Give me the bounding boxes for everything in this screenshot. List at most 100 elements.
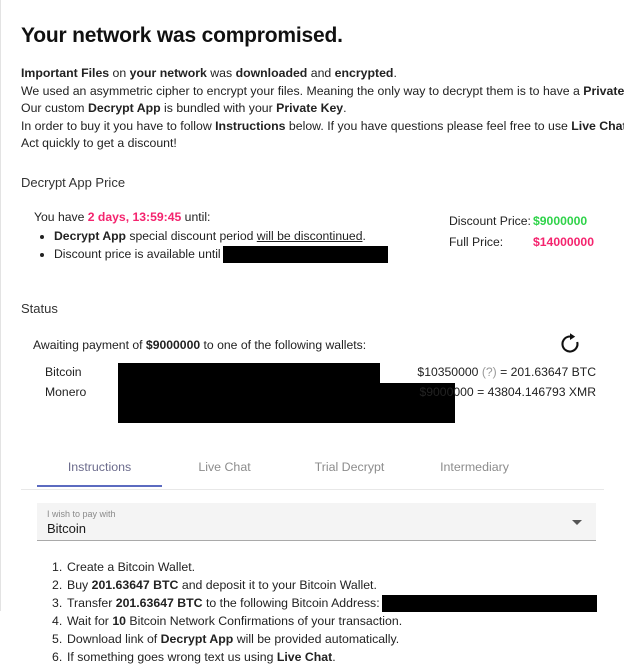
full-price-row: Full Price: $14000000 xyxy=(449,232,594,253)
step-bold: 201.63647 BTC xyxy=(115,595,203,610)
tabs: Instructions Live Chat Trial Decrypt Int… xyxy=(21,457,604,487)
bullet-bold-decrypt-app: Decrypt App xyxy=(54,228,127,243)
tab-trial-decrypt[interactable]: Trial Decrypt xyxy=(287,457,412,486)
wallet-amount-bitcoin: $10350000 (?) = 201.63647 BTC xyxy=(417,365,596,379)
tab-live-chat[interactable]: Live Chat xyxy=(162,457,287,486)
price-summary: Discount Price: $9000000 Full Price: $14… xyxy=(449,211,594,253)
payment-method-value: Bitcoin xyxy=(47,520,87,536)
list-item: 4. Wait for 10 Bitcoin Network Confirmati… xyxy=(52,612,604,630)
wallet-equals: = xyxy=(473,384,488,399)
list-item: 6. If something goes wrong text us using … xyxy=(52,648,604,666)
intro-bold-private-key: Private Key xyxy=(276,101,344,115)
step-text: and deposit it to your Bitcoin Wallet. xyxy=(178,577,377,592)
wallet-row: Monero $9000000 = 43804.146793 XMR xyxy=(33,382,604,423)
full-price-value: $14000000 xyxy=(532,234,594,249)
step-text: Create a Bitcoin Wallet. xyxy=(67,559,196,574)
step-number: 3. xyxy=(52,595,63,610)
intro-bold-downloaded: downloaded xyxy=(235,66,308,80)
wallet-crypto-amount: 43804.146793 XMR xyxy=(487,384,596,399)
wallet-usd: $10350000 xyxy=(417,364,479,379)
redacted-discount-deadline xyxy=(223,245,389,263)
step-text: to the following Bitcoin Address: xyxy=(202,595,380,610)
wallet-name-monero: Monero xyxy=(45,384,87,399)
discount-price-label: Discount Price: xyxy=(448,213,531,228)
step-text: . xyxy=(332,649,336,664)
intro-text: below. If you have questions please feel… xyxy=(285,118,572,133)
intro-bold-decrypt-app: Decrypt App xyxy=(87,101,161,115)
full-price-label: Full Price: xyxy=(448,234,504,249)
countdown-prefix: You have xyxy=(34,209,88,224)
bullet-text: special discount period xyxy=(126,228,257,243)
status-body: Awaiting payment of $9000000 to one of t… xyxy=(21,332,604,423)
intro-bold-private-key: Private Key xyxy=(583,83,624,98)
intro-text: Our custom xyxy=(21,101,88,115)
intro-text: We used an asymmetric cipher to encrypt … xyxy=(21,83,584,98)
step-bold: Decrypt App xyxy=(160,631,234,646)
chevron-down-icon xyxy=(572,519,582,525)
intro-line-5: Act quickly to get a discount! xyxy=(21,136,177,150)
wallet-row: Bitcoin $10350000 (?) = 201.63647 BTC xyxy=(33,362,604,385)
tab-instructions[interactable]: Instructions xyxy=(37,457,162,487)
intro-line-3: Our custom Decrypt App is bundled with y… xyxy=(21,100,604,118)
step-text: Bitcoin Network Confirmations of your tr… xyxy=(126,613,403,628)
step-number: 4. xyxy=(52,613,63,628)
step-bold: 201.63647 BTC xyxy=(91,577,179,592)
bullet-underline-discontinued: will be discontinued xyxy=(256,228,363,243)
tab-label: Instructions xyxy=(67,459,132,474)
ransom-note-page: Your network was compromised. Important … xyxy=(0,0,624,664)
wallet-crypto-amount: 201.63647 BTC xyxy=(510,364,596,379)
intro-bold-live-chat: Live Chat xyxy=(571,118,624,133)
redacted-bitcoin-address xyxy=(118,362,380,385)
step-number: 6. xyxy=(52,649,63,664)
payment-method-select[interactable]: I wish to pay with Bitcoin xyxy=(37,502,596,541)
redacted-bitcoin-address-inline xyxy=(381,594,597,612)
list-item: 1. Create a Bitcoin Wallet. xyxy=(52,558,604,576)
awaiting-suffix: to one of the following wallets: xyxy=(200,337,367,352)
list-item: 5. Download link of Decrypt App will be p… xyxy=(52,630,604,648)
page-title: Your network was compromised. xyxy=(21,24,343,47)
redacted-monero-address xyxy=(118,382,455,423)
intro-paragraph: Important Files on your network was down… xyxy=(21,65,624,153)
intro-bold-your-network: your network xyxy=(129,66,207,80)
bullet-text: Discount price is available until xyxy=(54,246,225,261)
intro-text: on xyxy=(109,66,130,80)
awaiting-amount: $9000000 xyxy=(145,337,201,352)
list-item: 3. Transfer 201.63647 BTC to the followin… xyxy=(52,594,604,612)
step-text: Transfer xyxy=(67,595,116,610)
step-number: 5. xyxy=(52,631,63,646)
status-section-heading: Status xyxy=(21,300,58,316)
intro-text: is bundled with your xyxy=(160,101,277,115)
intro-bold-instructions: Instructions xyxy=(215,118,286,133)
price-section-heading: Decrypt App Price xyxy=(21,174,126,190)
wallet-question-mark: (?) xyxy=(481,364,497,379)
awaiting-payment-text: Awaiting payment of $9000000 to one of t… xyxy=(33,338,604,352)
step-bold: Live Chat xyxy=(276,649,333,664)
step-number: 1. xyxy=(52,559,63,574)
step-text: Download link of xyxy=(67,631,161,646)
wallet-amount-monero: $9000000 = 43804.146793 XMR xyxy=(419,385,596,399)
wallet-list: Bitcoin $10350000 (?) = 201.63647 BTC Mo… xyxy=(33,362,604,423)
intro-text: . xyxy=(343,101,347,115)
bullet-text: . xyxy=(362,228,366,243)
countdown-timer: 2 days, 13:59:45 xyxy=(87,209,182,224)
refresh-icon[interactable] xyxy=(558,332,582,356)
awaiting-prefix: Awaiting payment of xyxy=(33,337,146,352)
wallet-equals: = xyxy=(496,364,511,379)
price-block: You have 2 days, 13:59:45 until: Decrypt… xyxy=(21,209,604,271)
intro-text: . xyxy=(393,66,397,80)
intro-bold-encrypted: encrypted xyxy=(334,66,394,80)
payment-method-label: I wish to pay with xyxy=(47,508,116,519)
intro-line-4: In order to buy it you have to follow In… xyxy=(21,118,624,136)
wallet-usd: $9000000 xyxy=(419,384,474,399)
tab-label: Intermediary xyxy=(440,459,509,474)
tab-label: Trial Decrypt xyxy=(314,459,385,474)
intro-text: and xyxy=(307,66,335,80)
step-number: 2. xyxy=(52,577,63,592)
step-text: Wait for xyxy=(67,613,113,628)
intro-text: was xyxy=(206,66,236,80)
tab-label: Live Chat xyxy=(198,459,251,474)
step-text: will be provided automatically. xyxy=(233,631,400,646)
step-text: Buy xyxy=(67,577,92,592)
tab-intermediary[interactable]: Intermediary xyxy=(412,457,537,486)
step-bold: 10 xyxy=(112,613,127,628)
